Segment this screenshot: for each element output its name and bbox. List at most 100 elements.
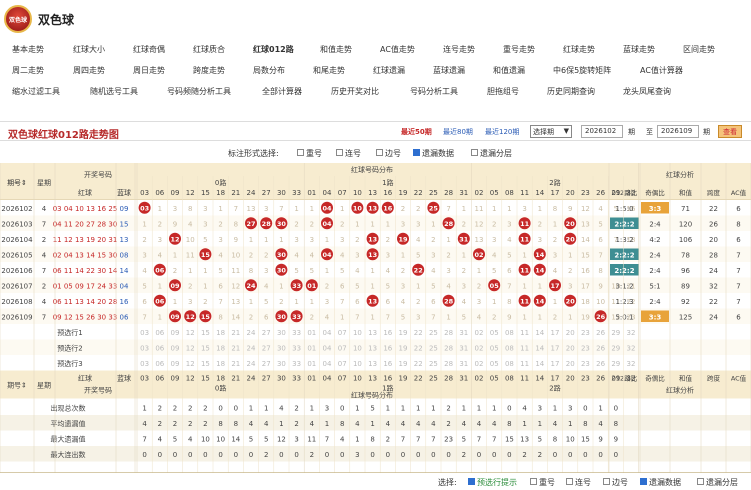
nav-link[interactable]: 红球走势 (563, 44, 595, 55)
nav-link[interactable]: 历史开奖对比 (331, 86, 379, 97)
range-80-link[interactable]: 最近80期 (443, 127, 473, 137)
view-button[interactable]: 查看 (718, 125, 742, 138)
chevron-down-icon: ▼ (563, 127, 569, 135)
stat-value: 7 (142, 436, 146, 444)
checkbox-icon[interactable] (376, 149, 383, 156)
red-numbers-cell: 04 11 20 27 28 30 (53, 221, 118, 229)
stat-value: 0 (234, 405, 238, 413)
preselect-number: 19 (399, 360, 408, 368)
stat-value: 0 (234, 451, 238, 459)
nav-link[interactable]: 历史同期查询 (547, 86, 595, 97)
nav-link[interactable]: 蓝球遗漏 (433, 65, 465, 76)
miss-value: 4 (310, 252, 315, 260)
option-checkbox[interactable]: 预选行提示 (468, 477, 517, 488)
miss-value: 7 (234, 205, 238, 213)
checkbox-icon[interactable] (297, 149, 304, 156)
miss-value: 3 (507, 221, 511, 229)
nav-link[interactable]: 缩水过滤工具 (12, 86, 60, 97)
number-header: 17 (551, 189, 560, 197)
option-text: 边号 (385, 149, 401, 158)
option-checkbox[interactable]: 边号 (376, 148, 401, 159)
miss-value: 3 (401, 221, 405, 229)
weekday-cell: 7 (42, 267, 46, 275)
nav-link[interactable]: 跨度走势 (193, 65, 225, 76)
nav-link[interactable]: 胆拖组号 (487, 86, 519, 97)
nav-link[interactable]: 蓝球走势 (623, 44, 655, 55)
checkbox-icon[interactable] (468, 478, 475, 485)
number-header: 15 (201, 375, 210, 383)
nav-link[interactable]: 连号走势 (443, 44, 475, 55)
nav-link[interactable]: 区间走势 (683, 44, 715, 55)
nav-link[interactable]: 重号走势 (503, 44, 535, 55)
miss-value: 15 (581, 252, 590, 260)
checkbox-icon[interactable] (530, 478, 537, 485)
nav-link[interactable]: 中6保5旋转矩阵 (553, 65, 611, 76)
stat-value: 4 (142, 420, 147, 428)
nav-link[interactable]: 和尾走势 (313, 65, 345, 76)
ball-number: 04 (322, 205, 332, 213)
option-checkbox[interactable]: 遗漏分层 (697, 477, 738, 488)
checkbox-icon[interactable] (603, 478, 610, 485)
nav-link[interactable]: 和值走势 (320, 44, 352, 55)
option-checkbox[interactable]: 连号 (336, 148, 361, 159)
nav-link[interactable]: 周日走势 (133, 65, 165, 76)
option-checkbox[interactable]: 连号 (566, 477, 591, 488)
option-checkbox[interactable]: 重号 (530, 477, 555, 488)
miss-value: 1 (370, 221, 374, 229)
option-checkbox[interactable]: 边号 (603, 477, 628, 488)
nav-link[interactable]: 随机选号工具 (90, 86, 138, 97)
miss-value: 1 (249, 298, 253, 306)
stat-value: 1 (249, 405, 253, 413)
stat-value: 7 (416, 436, 420, 444)
checkbox-icon[interactable] (566, 478, 573, 485)
nav-link[interactable]: 红球遗漏 (373, 65, 405, 76)
option-checkbox[interactable]: 重号 (297, 148, 322, 159)
red-numbers-cell: 01 05 09 17 24 33 (53, 283, 118, 291)
nav-link[interactable]: AC值走势 (380, 44, 415, 55)
preselect-number: 22 (414, 345, 423, 353)
option-checkbox[interactable]: 遗漏数据 (413, 148, 454, 159)
range-120-link[interactable]: 最近120期 (485, 127, 519, 137)
nav-link[interactable]: 号码频随分析工具 (167, 86, 231, 97)
miss-value: 5 (598, 221, 602, 229)
nav-link[interactable]: 全部计算器 (262, 86, 302, 97)
number-header: 22 (414, 189, 423, 197)
miss-value: 2 (158, 221, 162, 229)
number-header: 20 (566, 189, 575, 197)
option-checkbox[interactable]: 遗漏分层 (471, 148, 512, 159)
miss-value: 1 (522, 314, 526, 322)
nav-link[interactable]: 号码分析工具 (410, 86, 458, 97)
nav-link[interactable]: AC值计算器 (640, 65, 683, 76)
nav-link[interactable]: 龙头凤尾查询 (623, 86, 671, 97)
ball-number: 17 (550, 282, 559, 290)
stat-value: 5 (370, 405, 374, 413)
red-numbers-cell: 09 12 15 26 30 33 (53, 314, 118, 322)
checkbox-icon[interactable] (471, 149, 478, 156)
checkbox-icon[interactable] (336, 149, 343, 156)
weekday-header: 星期 (37, 179, 51, 187)
range-50-link[interactable]: 最近50期 (401, 127, 432, 137)
nav-link[interactable]: 局数分布 (253, 65, 285, 76)
from-period-input[interactable]: 2026102 (581, 125, 623, 138)
nav-link[interactable]: 和值遗漏 (493, 65, 525, 76)
stat-value: 1 (431, 405, 435, 413)
period-select[interactable]: 选择期 ▼ (530, 125, 572, 138)
option-checkbox[interactable]: 遗漏数据 (640, 477, 681, 488)
preselect-number: 21 (231, 345, 240, 353)
nav-link[interactable]: 红球奇偶 (133, 44, 165, 55)
nav-link[interactable]: 红球大小 (73, 44, 105, 55)
checkbox-icon[interactable] (697, 478, 704, 485)
preselect-number: 25 (429, 329, 438, 337)
ball-number: 31 (459, 236, 469, 244)
checkbox-icon[interactable] (640, 478, 647, 485)
nav-link[interactable]: 红球012路 (253, 44, 294, 55)
checkbox-icon[interactable] (413, 149, 420, 156)
to-period-input[interactable]: 2026109 (657, 125, 699, 138)
nav-link[interactable]: 基本走势 (12, 44, 44, 55)
ball-number: 16 (383, 205, 393, 213)
nav-link[interactable]: 周四走势 (73, 65, 105, 76)
nav-link[interactable]: 周二走势 (12, 65, 44, 76)
preselect-number: 30 (277, 329, 286, 337)
nav-link[interactable]: 红球质合 (193, 44, 225, 55)
miss-value: 2 (431, 236, 435, 244)
